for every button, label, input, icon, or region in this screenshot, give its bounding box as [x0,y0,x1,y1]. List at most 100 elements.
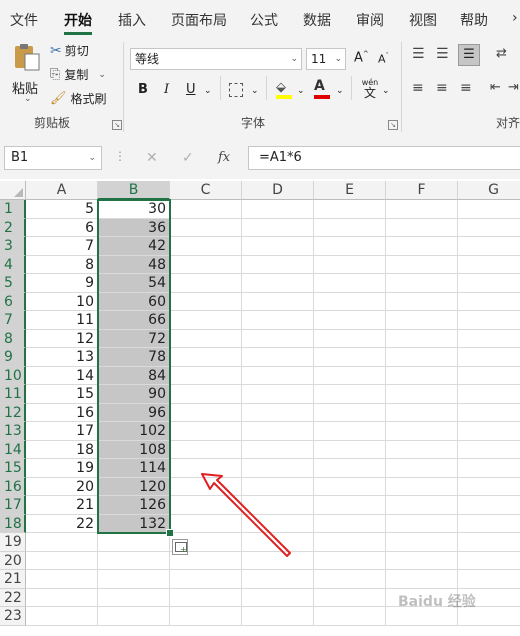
cell-e23[interactable] [314,607,386,626]
column-header-e[interactable]: E [314,181,386,200]
cell-c12[interactable] [170,403,242,422]
cell-b13[interactable]: 102 [98,422,170,441]
cell-a3[interactable]: 7 [26,237,98,256]
cell-g9[interactable] [458,348,520,367]
row-header-15[interactable]: 15 [0,459,26,478]
align-bottom-icon[interactable]: ☰ [458,44,480,66]
tab-insert[interactable]: 插入 [118,10,146,30]
cell-b6[interactable]: 60 [98,292,170,311]
row-header-21[interactable]: 21 [0,570,26,589]
cell-d21[interactable] [242,570,314,589]
cell-d17[interactable] [242,496,314,515]
cell-a10[interactable]: 14 [26,366,98,385]
cell-d13[interactable] [242,422,314,441]
cell-b20[interactable] [98,551,170,570]
cell-e8[interactable] [314,329,386,348]
row-header-18[interactable]: 18 [0,514,26,533]
tab-review[interactable]: 审阅 [356,10,384,30]
cell-f9[interactable] [386,348,458,367]
cell-g6[interactable] [458,293,520,311]
cell-a12[interactable]: 16 [26,403,98,422]
row-header-17[interactable]: 17 [0,496,26,515]
cell-a6[interactable]: 10 [26,292,98,311]
dialog-launcher-icon[interactable]: ↘ [112,120,122,130]
align-right-icon[interactable]: ≡ [460,80,472,96]
cell-e19[interactable] [314,533,386,552]
cell-a7[interactable]: 11 [26,311,98,330]
cell-c2[interactable] [170,218,242,237]
column-header-f[interactable]: F [386,181,458,200]
cell-a16[interactable]: 20 [26,477,98,496]
cell-d3[interactable] [242,237,314,256]
paste-button[interactable]: 粘贴 ⌄ [10,42,44,104]
cell-g2[interactable] [458,219,520,237]
cell-e12[interactable] [314,403,386,422]
cell-c17[interactable] [170,496,242,515]
chevron-down-icon[interactable]: ⌄ [204,86,212,96]
fill-color-button[interactable]: ⬙ [276,80,292,99]
row-header-13[interactable]: 13 [0,422,26,441]
cell-e15[interactable] [314,459,386,478]
cell-g17[interactable] [458,496,520,515]
cell-e17[interactable] [314,496,386,515]
font-size-select[interactable]: 11 ⌄ [306,48,346,70]
cell-d15[interactable] [242,459,314,478]
cell-a19[interactable] [26,533,98,552]
cell-f18[interactable] [386,514,458,533]
cell-a4[interactable]: 8 [26,255,98,274]
cell-g4[interactable] [458,256,520,274]
row-header-12[interactable]: 12 [0,403,26,422]
enter-icon[interactable]: ✓ [182,150,194,166]
bold-button[interactable]: B [138,82,148,97]
cell-a17[interactable]: 21 [26,496,98,515]
tab-data[interactable]: 数据 [303,10,331,30]
cell-c6[interactable] [170,292,242,311]
cell-b1[interactable]: 30 [98,200,170,219]
cell-b16[interactable]: 120 [98,477,170,496]
row-header-7[interactable]: 7 [0,311,26,330]
row-header-8[interactable]: 8 [0,329,26,348]
cell-g10[interactable] [458,367,520,385]
tab-more[interactable]: › [512,10,518,26]
align-left-icon[interactable]: ≡ [412,80,424,96]
cell-e11[interactable] [314,385,386,404]
row-header-2[interactable]: 2 [0,218,26,237]
cell-g12[interactable] [458,404,520,422]
cell-e22[interactable] [314,588,386,607]
cell-a23[interactable] [26,607,98,626]
cell-g14[interactable] [458,441,520,459]
cell-b23[interactable] [98,607,170,626]
cell-f17[interactable] [386,496,458,515]
cell-d4[interactable] [242,255,314,274]
cell-d8[interactable] [242,329,314,348]
cell-c21[interactable] [170,570,242,589]
row-header-20[interactable]: 20 [0,551,26,570]
cell-f20[interactable] [386,551,458,570]
cell-e18[interactable] [314,514,386,533]
cell-g3[interactable] [458,237,520,256]
cell-d7[interactable] [242,311,314,330]
row-header-9[interactable]: 9 [0,348,26,367]
row-header-16[interactable]: 16 [0,477,26,496]
cell-e2[interactable] [314,218,386,237]
cell-g1[interactable] [458,200,520,219]
chevron-down-icon[interactable]: ⌄ [251,86,259,96]
cell-f3[interactable] [386,237,458,256]
cell-c14[interactable] [170,440,242,459]
row-header-19[interactable]: 19 [0,533,26,552]
select-all-corner[interactable] [0,181,26,200]
tab-help[interactable]: 帮助 [460,10,488,30]
cell-e13[interactable] [314,422,386,441]
cell-f21[interactable] [386,570,458,589]
dialog-launcher-icon[interactable]: ↘ [388,120,398,130]
tab-formulas[interactable]: 公式 [250,10,278,30]
cell-c23[interactable] [170,607,242,626]
cell-a20[interactable] [26,551,98,570]
cell-c16[interactable] [170,477,242,496]
tab-page-layout[interactable]: 页面布局 [171,10,227,30]
cell-d9[interactable] [242,348,314,367]
cell-f10[interactable] [386,366,458,385]
cell-c13[interactable] [170,422,242,441]
cell-b3[interactable]: 42 [98,237,170,256]
cell-b14[interactable]: 108 [98,440,170,459]
